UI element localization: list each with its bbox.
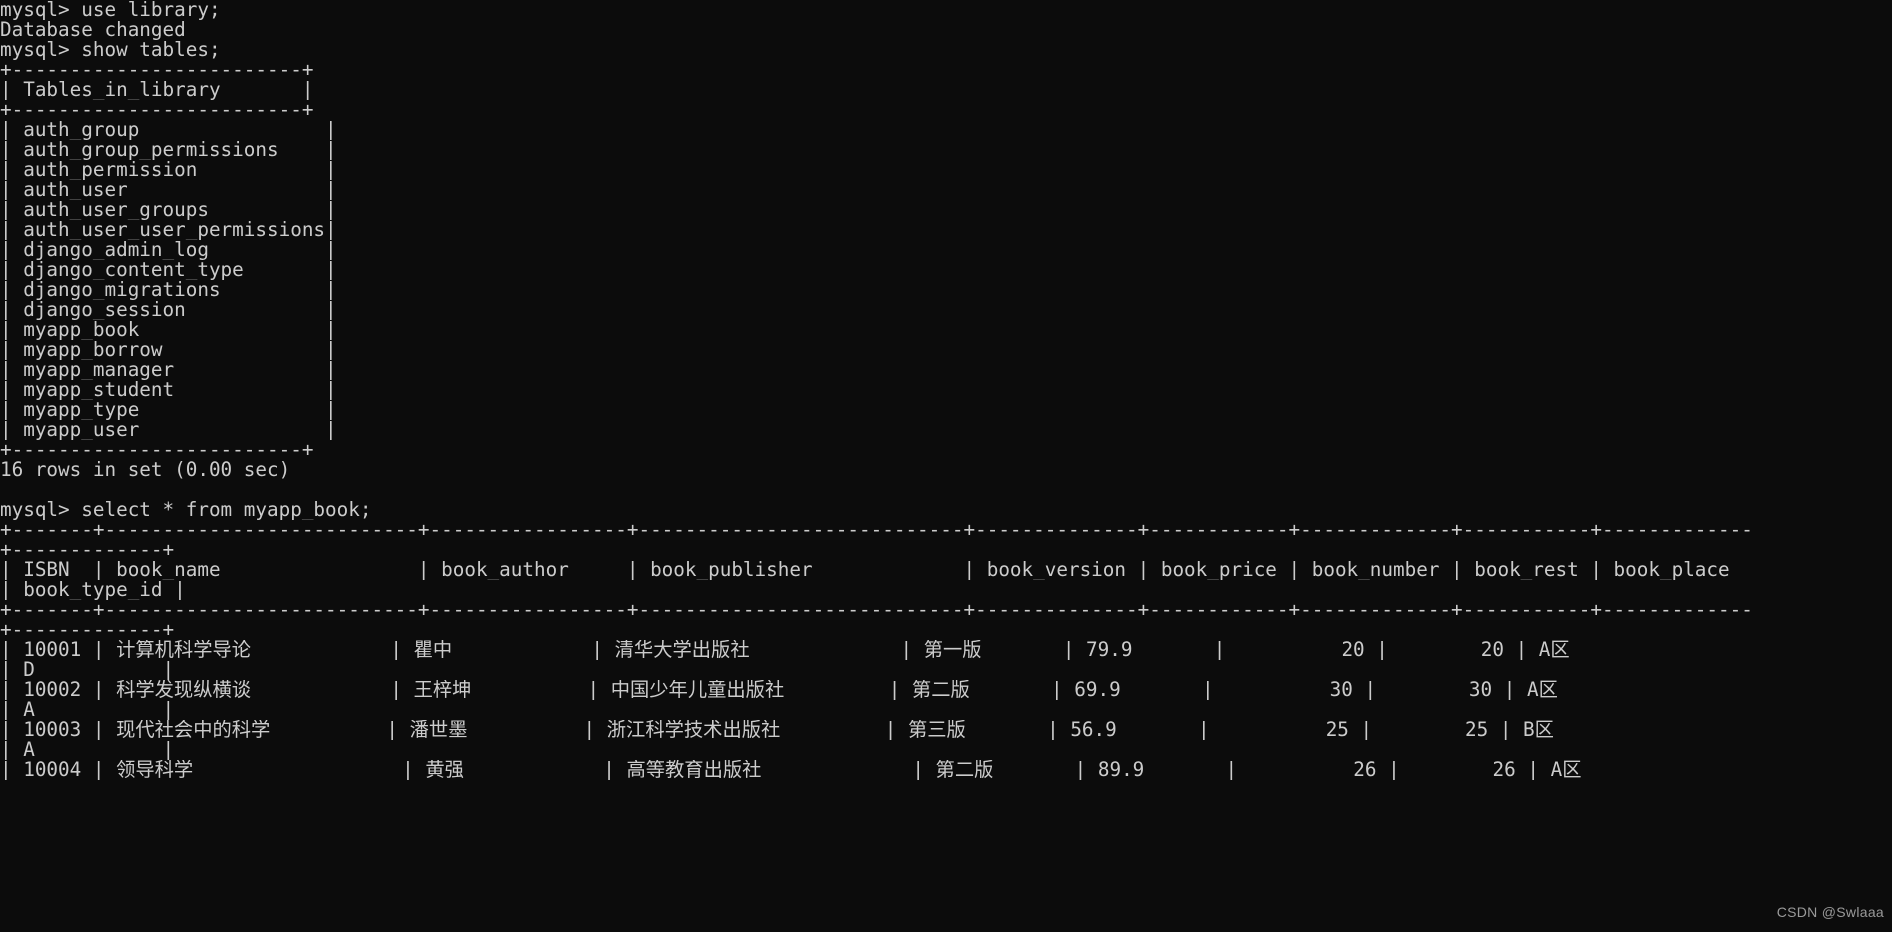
line-table-django-migrations: | django_migrations | [0, 280, 337, 300]
line-header-tables: | Tables_in_library | [0, 80, 314, 100]
terminal-screen: mysql> use library; Database changed mysql… [0, 0, 1892, 780]
line-table-myapp-user: | myapp_user | [0, 420, 337, 440]
line-border-top: +-------------------------+ [0, 60, 314, 80]
line-book-border-mid-b: +-------------+ [0, 620, 175, 640]
line-blank-1 [0, 480, 1892, 500]
line-table-myapp-book: | myapp_book | [0, 320, 337, 340]
line-book-row-3-b: | A | [0, 740, 175, 760]
line-book-header-b: | book_type_id | [0, 580, 186, 600]
line-table-auth-user: | auth_user | [0, 180, 337, 200]
line-book-border-top-a: +-------+---------------------------+---… [0, 520, 1753, 540]
line-rows-in-set: 16 rows in set (0.00 sec) [0, 460, 291, 480]
line-table-django-content-type: | django_content_type | [0, 260, 337, 280]
line-book-border-top-b: +-------------+ [0, 540, 175, 560]
line-table-auth-group: | auth_group | [0, 120, 337, 140]
mysql-terminal[interactable]: mysql> use library; Database changed mysql… [0, 0, 1892, 932]
csdn-watermark: CSDN @Swlaaa [1776, 904, 1884, 920]
line-cmd-use: mysql> use library; [0, 0, 221, 20]
line-book-row-1-a: | 10001 | 计算机科学导论 | 瞿中 | 清华大学出版社 | 第一版 |… [0, 640, 1570, 660]
line-book-row-3-a: | 10003 | 现代社会中的科学 | 潘世墨 | 浙江科学技术出版社 | 第… [0, 720, 1554, 740]
line-border-header: +-------------------------+ [0, 100, 314, 120]
line-table-myapp-borrow: | myapp_borrow | [0, 340, 337, 360]
line-database-changed: Database changed [0, 20, 186, 40]
line-cmd-show-tables: mysql> show tables; [0, 40, 221, 60]
line-table-django-session: | django_session | [0, 300, 337, 320]
line-table-myapp-type: | myapp_type | [0, 400, 337, 420]
line-table-auth-user-groups: | auth_user_groups | [0, 200, 337, 220]
line-table-myapp-student: | myapp_student | [0, 380, 337, 400]
line-table-myapp-manager: | myapp_manager | [0, 360, 337, 380]
line-book-row-2-a: | 10002 | 科学发现纵横谈 | 王梓坤 | 中国少年儿童出版社 | 第二… [0, 680, 1558, 700]
line-table-auth-user-user-permissions: | auth_user_user_permissions| [0, 220, 337, 240]
line-book-header-a: | ISBN | book_name | book_author | book_… [0, 560, 1742, 580]
line-book-border-mid-a: +-------+---------------------------+---… [0, 600, 1753, 620]
line-border-bottom: +-------------------------+ [0, 440, 314, 460]
line-book-row-1-b: | D | [0, 660, 175, 680]
line-cmd-select: mysql> select * from myapp_book; [0, 500, 372, 520]
line-book-row-2-b: | A | [0, 700, 175, 720]
line-table-auth-group-permissions: | auth_group_permissions | [0, 140, 337, 160]
line-table-django-admin-log: | django_admin_log | [0, 240, 337, 260]
line-table-auth-permission: | auth_permission | [0, 160, 337, 180]
line-book-row-4-a: | 10004 | 领导科学 | 黄强 | 高等教育出版社 | 第二版 | 89… [0, 760, 1582, 780]
